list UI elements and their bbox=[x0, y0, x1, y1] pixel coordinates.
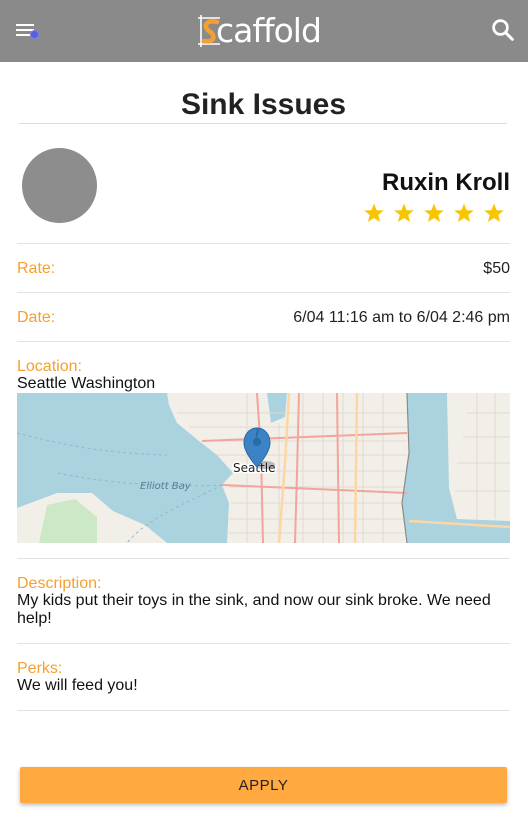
apply-button[interactable]: APPLY bbox=[20, 767, 507, 803]
perks-label: Perks: bbox=[17, 660, 63, 677]
description-label: Description: bbox=[17, 575, 102, 592]
map-canvas: Elliott Bay Seattle bbox=[17, 393, 510, 543]
rate-value: $50 bbox=[483, 260, 510, 277]
date-value: 6/04 11:16 am to 6/04 2:46 pm bbox=[293, 309, 510, 326]
menu-icon bbox=[16, 24, 34, 26]
menu-button[interactable] bbox=[10, 15, 42, 47]
date-label: Date: bbox=[17, 309, 56, 326]
poster-name[interactable]: Ruxin Kroll bbox=[382, 168, 510, 198]
location-map[interactable]: Elliott Bay Seattle bbox=[17, 393, 510, 543]
rate-label: Rate: bbox=[17, 260, 56, 277]
location-label: Location: bbox=[17, 358, 82, 375]
scaffold-logo[interactable]: caffold bbox=[196, 4, 334, 56]
star-icon bbox=[424, 203, 444, 222]
divider bbox=[17, 643, 510, 644]
title-divider bbox=[19, 123, 507, 124]
notification-dot bbox=[30, 30, 39, 39]
divider bbox=[17, 243, 510, 244]
menu-icon-bar bbox=[16, 34, 30, 36]
perks-value: We will feed you! bbox=[17, 677, 138, 694]
app-bar: caffold bbox=[0, 0, 528, 62]
logo-text: caffold bbox=[216, 11, 322, 50]
avatar[interactable] bbox=[22, 148, 97, 223]
map-bay-label: Elliott Bay bbox=[140, 481, 192, 492]
description-value: My kids put their toys in the sink, and … bbox=[17, 592, 491, 627]
rating-stars bbox=[362, 201, 506, 225]
star-icon bbox=[484, 203, 504, 222]
divider bbox=[17, 341, 510, 342]
star-icon bbox=[454, 203, 474, 222]
star-icon bbox=[394, 203, 414, 222]
search-button[interactable] bbox=[488, 15, 518, 45]
search-icon bbox=[492, 19, 514, 41]
divider bbox=[17, 710, 510, 711]
location-value: Seattle Washington bbox=[17, 375, 156, 392]
divider bbox=[17, 558, 510, 559]
divider bbox=[17, 292, 510, 293]
job-title: Sink Issues bbox=[180, 88, 347, 121]
star-icon bbox=[364, 203, 384, 222]
